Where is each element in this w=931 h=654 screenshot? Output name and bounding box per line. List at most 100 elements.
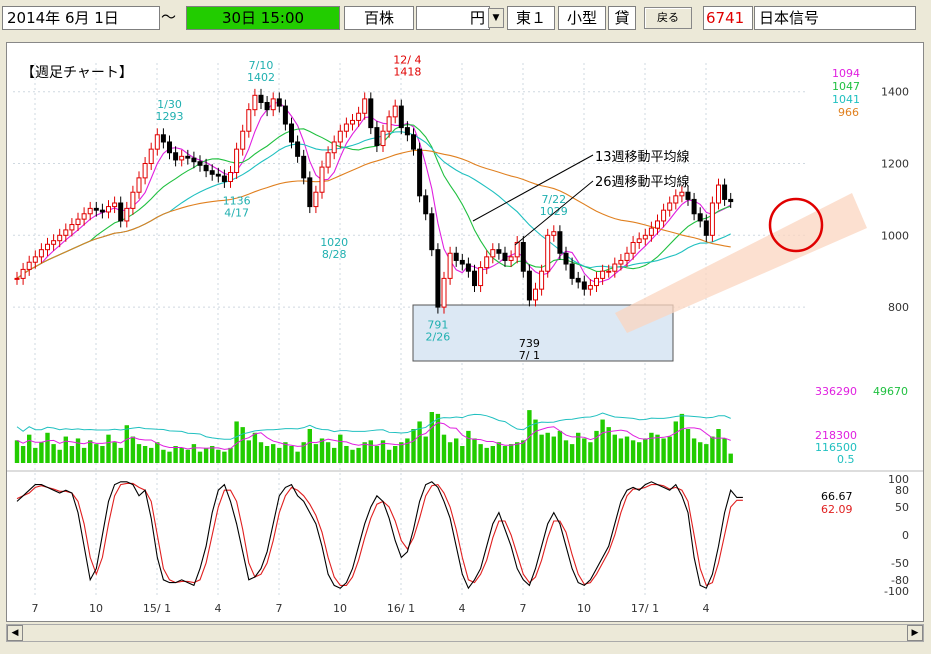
volume-bar [698,442,703,463]
candle-body [642,234,648,240]
volume-bar [27,434,32,463]
date-range-tilde: ～ [161,8,177,26]
price-label-value: 1418 [393,65,421,78]
candle-body [636,238,642,243]
candle-body [185,155,191,159]
ma-fast-line [16,101,731,284]
time-tick-label: 16/ 1 [387,602,415,615]
volume-bar [69,446,75,463]
volume-bar [417,421,422,463]
volume-bar [228,447,233,463]
volume-bar [490,446,495,463]
volume-bar [277,447,282,463]
candle-body [435,249,441,308]
time-tick-label: 4 [215,602,222,615]
arrow-13w-line [472,154,594,222]
candle-body [362,98,368,114]
time-tick-label: 7 [276,602,283,615]
horizontal-scrollbar[interactable]: ◀ ▶ [6,624,924,642]
candle-body [240,130,246,150]
stochastic-lines [16,481,743,590]
volume-left-value: 336290 [815,385,857,398]
volume-bar [124,425,129,463]
candle-body [624,252,630,261]
volume-bar [429,412,434,463]
candle-body [51,240,57,245]
volume-bar [508,444,514,463]
candle-body [45,243,50,251]
date-from-field[interactable]: 2014年 6月 1日 [2,6,160,30]
candle-body [484,256,490,269]
volume-bar [185,449,190,463]
stock-code-field[interactable]: 6741 [703,6,753,30]
candle-body [691,198,697,215]
currency-select[interactable]: 円 [416,6,490,30]
candle-body [453,252,459,261]
candle-body [380,130,386,147]
scroll-right-arrow-icon[interactable]: ▶ [907,625,923,641]
volume-bar [203,447,209,463]
candle-body [594,277,599,287]
candle-body [539,270,545,290]
volume-bar [716,429,721,463]
volume-bar [722,438,727,463]
back-button[interactable]: 戻る [644,7,692,29]
stoch-k-line [16,481,743,590]
volume-bar [136,444,142,463]
volume-bar [264,446,270,463]
price-label-value: 1402 [247,71,275,84]
candle-body [276,98,282,107]
candle-body [130,191,136,209]
candle-body [551,231,557,236]
volume-bar [283,442,288,463]
volume-bar [94,444,99,463]
label-13w-ma: 13週移動平均線 [595,149,690,165]
volume-bars [14,410,733,463]
candle-body [398,105,404,129]
time-tick-label: 4 [459,602,466,615]
candle-body [234,148,240,173]
volume-bar [246,440,251,463]
date-to-field[interactable]: 30日 15:00 [186,6,340,30]
candle-body [93,207,99,211]
volume-bar [118,447,123,463]
volume-bar [240,427,245,463]
volume-bar [356,447,361,463]
currency-dropdown-arrow-icon[interactable]: ▼ [488,8,504,28]
volume-bar [637,442,642,463]
volume-bar [319,438,325,463]
volume-bar [332,447,337,463]
volume-bar [551,436,556,463]
volume-bar [130,436,136,463]
volume-bar [728,453,733,463]
candle-body [307,177,313,208]
volume-bar [478,444,483,463]
candle-body [356,112,362,121]
candle-body [252,94,258,111]
volume-bar [325,442,331,463]
candle-body [26,261,32,270]
size-class-field: 小型 [558,6,606,30]
time-tick-label: 4 [703,602,710,615]
candle-body [124,207,130,222]
volume-bar [252,432,258,463]
volume-bar [222,451,227,463]
price-label-date: 2/26 [426,330,451,343]
candle-body [203,164,209,172]
volume-bar [624,436,630,463]
volume-bar [618,438,624,463]
volume-bar [350,449,355,463]
candle-body [258,94,264,103]
volume-bar [45,432,50,463]
price-label-value: 1029 [540,205,568,218]
candle-body [173,152,179,161]
volume-bar [466,430,471,463]
scroll-left-arrow-icon[interactable]: ◀ [7,625,23,641]
candle-body [75,218,81,226]
candle-body [667,202,673,211]
candle-body [374,127,380,147]
volume-bar [216,449,221,463]
candle-body [228,171,233,182]
volume-bar [643,438,648,463]
candle-body [618,259,624,265]
